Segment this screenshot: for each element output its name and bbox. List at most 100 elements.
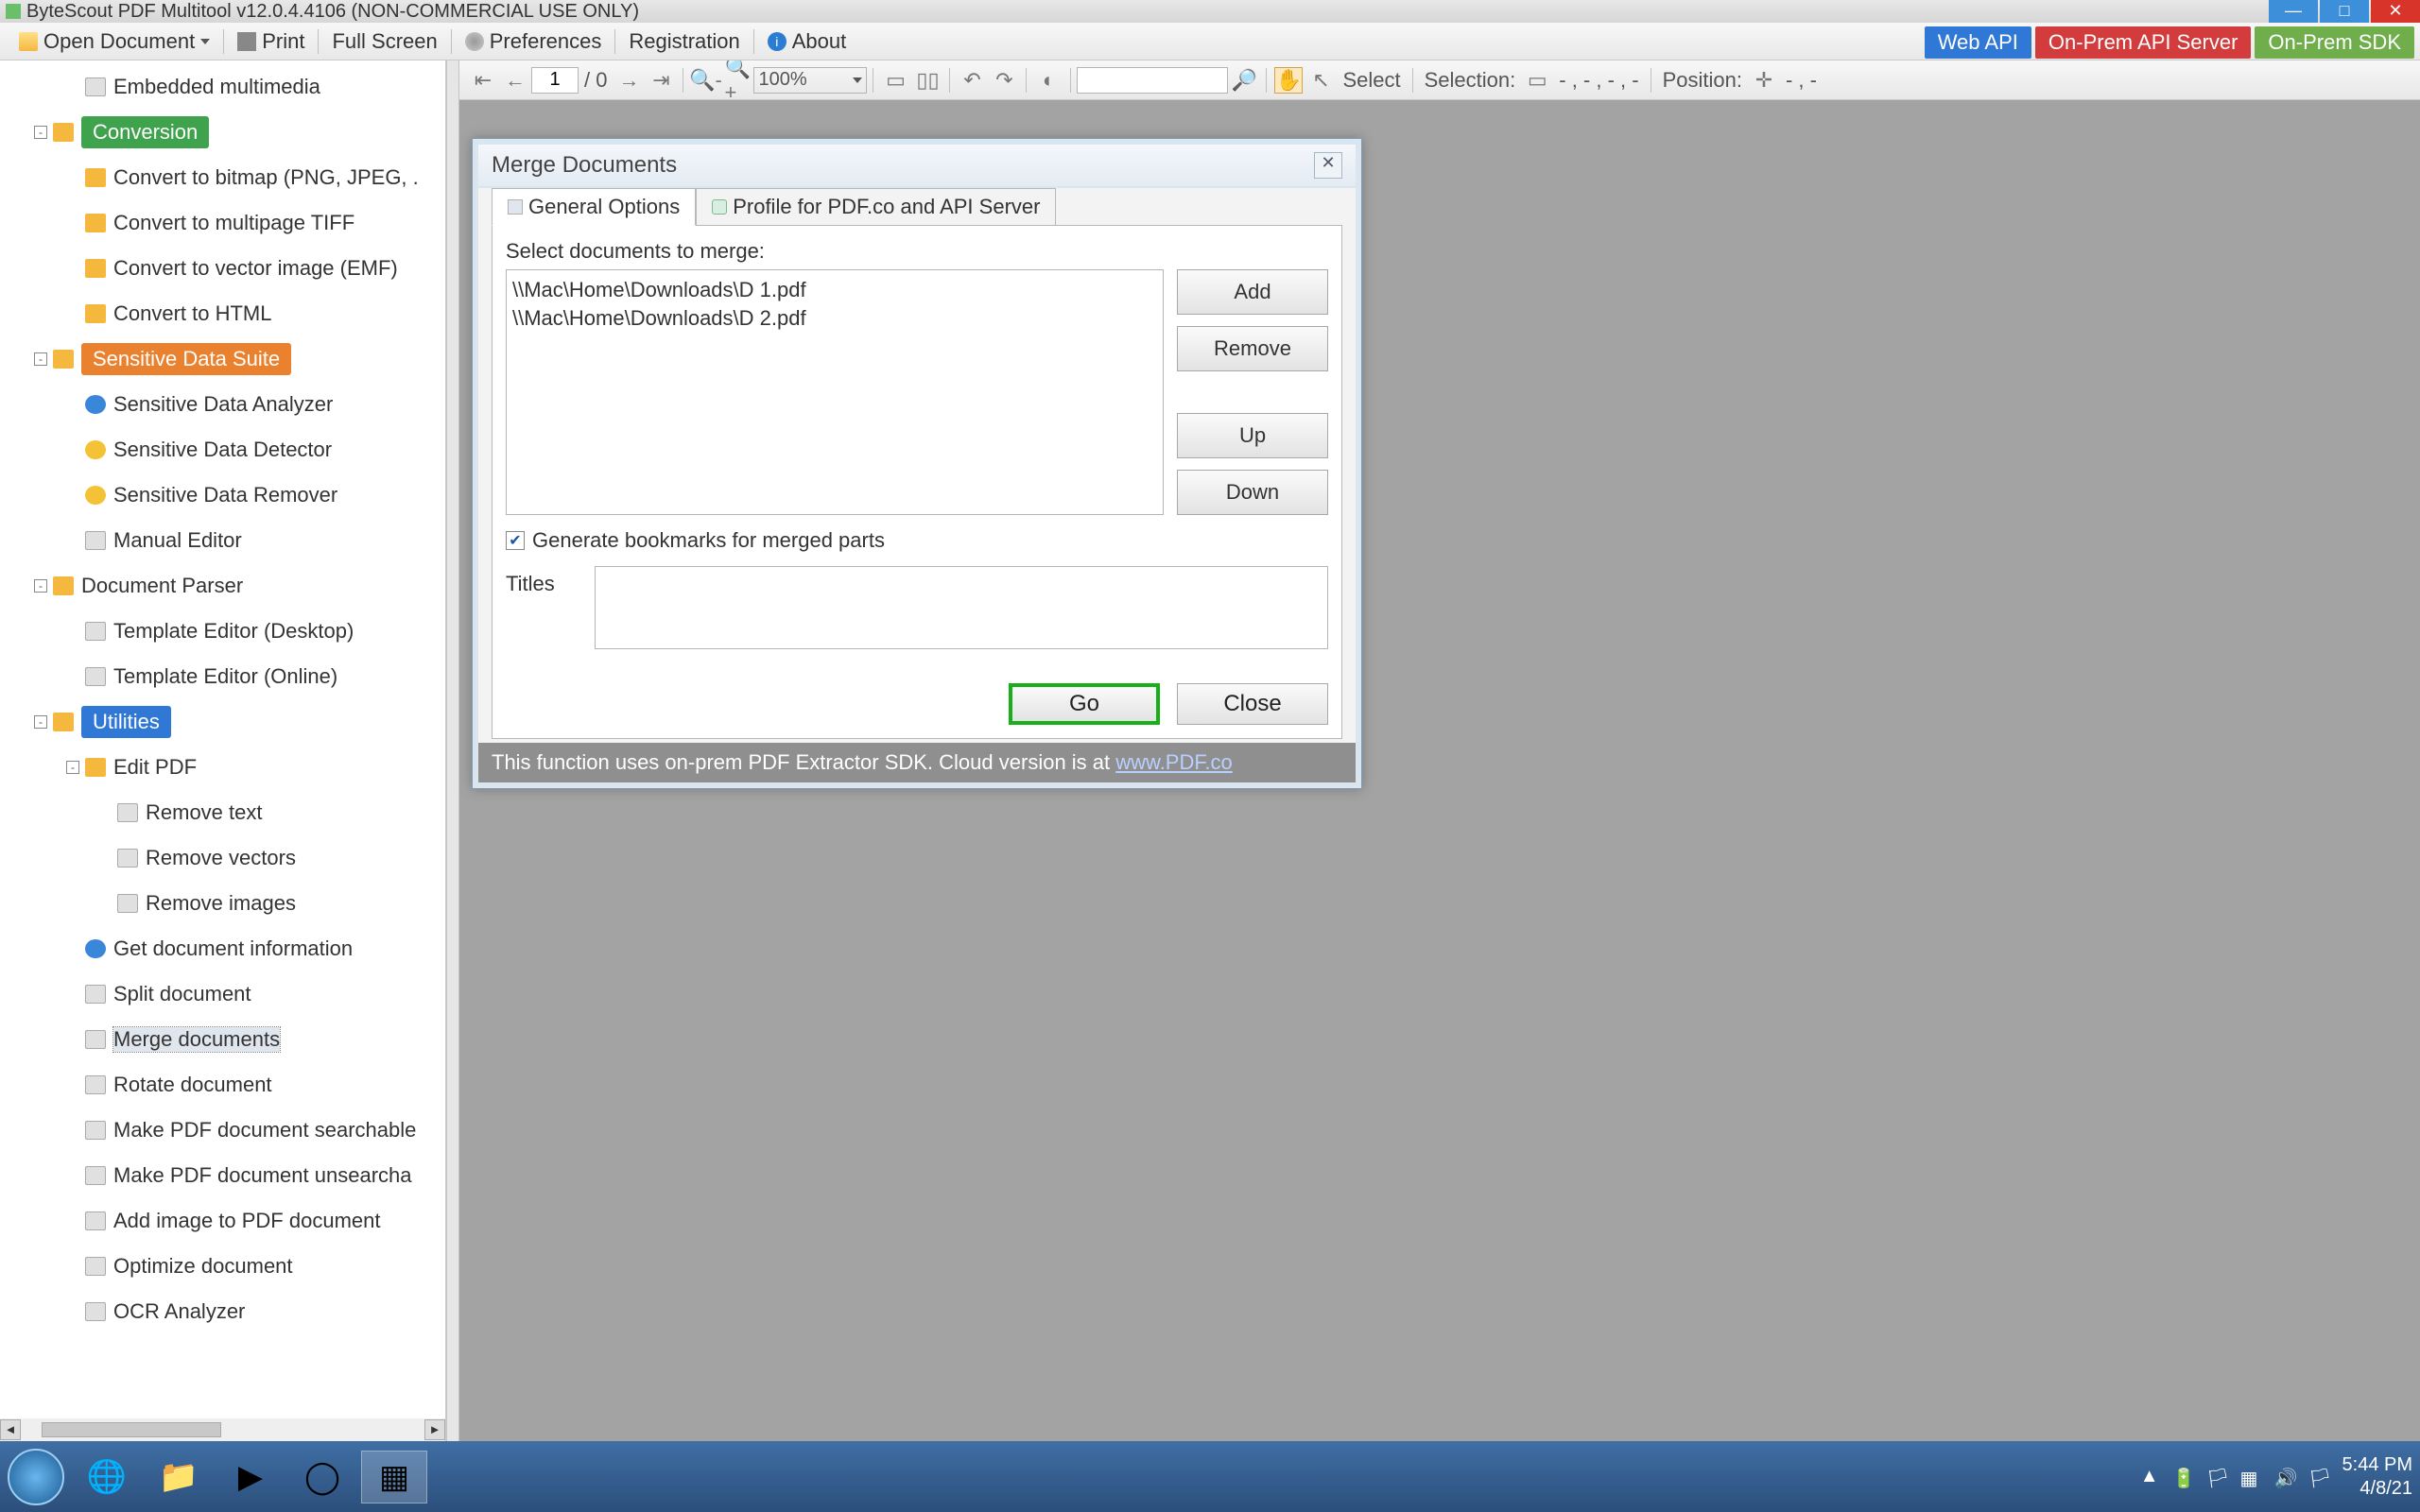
- web-api-button[interactable]: Web API: [1925, 26, 2031, 59]
- scroll-left-icon[interactable]: ◄: [0, 1419, 21, 1440]
- contrast-button[interactable]: ◐: [1034, 67, 1063, 94]
- nav-next-button[interactable]: →: [614, 67, 643, 94]
- generate-bookmarks-checkbox[interactable]: ✔: [506, 531, 525, 550]
- tree-item[interactable]: Convert to bitmap (PNG, JPEG, .: [8, 155, 445, 200]
- doc-icon: [117, 894, 138, 913]
- taskbar-chrome-icon[interactable]: ◯: [289, 1451, 355, 1503]
- dialog-close-button[interactable]: ✕: [1314, 152, 1342, 179]
- nav-first-button[interactable]: ⇤: [469, 67, 497, 94]
- select-tool-button[interactable]: ↖: [1306, 67, 1335, 94]
- tree-item[interactable]: Sensitive Data Remover: [8, 472, 445, 518]
- tree-item[interactable]: Rotate document: [8, 1062, 445, 1108]
- battery-icon[interactable]: 🔋: [2172, 1467, 2193, 1487]
- tab-profile[interactable]: Profile for PDF.co and API Server: [696, 188, 1056, 226]
- clock[interactable]: 5:44 PM 4/8/21: [2342, 1453, 2412, 1501]
- taskbar-ie-icon[interactable]: 🌐: [74, 1451, 140, 1503]
- zoom-in-button[interactable]: 🔍+: [723, 67, 752, 94]
- action-center-icon[interactable]: 🏳: [2206, 1467, 2227, 1487]
- tree-item[interactable]: Embedded multimedia: [8, 64, 445, 110]
- open-document-button[interactable]: Open Document: [8, 23, 221, 60]
- full-screen-button[interactable]: Full Screen: [320, 23, 448, 60]
- tree-item[interactable]: Convert to vector image (EMF): [8, 246, 445, 291]
- maximize-button[interactable]: □: [2320, 0, 2369, 23]
- scroll-thumb[interactable]: [42, 1422, 221, 1437]
- registration-button[interactable]: Registration: [617, 23, 751, 60]
- zoom-combo[interactable]: 100%: [753, 67, 867, 94]
- page-layout-single-button[interactable]: ▭: [881, 67, 909, 94]
- splitter[interactable]: [446, 60, 459, 1441]
- up-button[interactable]: Up: [1177, 413, 1328, 458]
- documents-listbox[interactable]: \\Mac\Home\Downloads\D 1.pdf\\Mac\Home\D…: [506, 269, 1164, 515]
- taskbar-media-icon[interactable]: ▶: [217, 1451, 284, 1503]
- expand-icon[interactable]: -: [34, 715, 47, 729]
- tree-item[interactable]: Template Editor (Desktop): [8, 609, 445, 654]
- remove-button[interactable]: Remove: [1177, 326, 1328, 371]
- rotate-left-button[interactable]: ↶: [958, 67, 986, 94]
- expand-icon[interactable]: -: [66, 761, 79, 774]
- doc-icon: [85, 77, 106, 96]
- search-input[interactable]: [1077, 67, 1228, 94]
- expand-icon[interactable]: -: [34, 579, 47, 593]
- rotate-right-button[interactable]: ↷: [990, 67, 1018, 94]
- network-icon[interactable]: ▦: [2240, 1467, 2261, 1487]
- preferences-button[interactable]: Preferences: [454, 23, 614, 60]
- footer-link[interactable]: www.PDF.co: [1115, 750, 1232, 774]
- taskbar-explorer-icon[interactable]: 📁: [146, 1451, 212, 1503]
- folder-icon: [85, 168, 106, 187]
- tree-item[interactable]: Optimize document: [8, 1244, 445, 1289]
- tree-item[interactable]: Get document information: [8, 926, 445, 971]
- tree-item[interactable]: Make PDF document searchable: [8, 1108, 445, 1153]
- nav-last-button[interactable]: ⇥: [647, 67, 675, 94]
- tree-item[interactable]: Add image to PDF document: [8, 1198, 445, 1244]
- tree-item[interactable]: -Conversion: [8, 110, 445, 155]
- tree-item[interactable]: Split document: [8, 971, 445, 1017]
- onprem-api-button[interactable]: On-Prem API Server: [2035, 26, 2252, 59]
- tree-item[interactable]: -Document Parser: [8, 563, 445, 609]
- titles-textarea[interactable]: [595, 566, 1328, 649]
- tree-item[interactable]: Manual Editor: [8, 518, 445, 563]
- tree-item[interactable]: Merge documents: [8, 1017, 445, 1062]
- tree-item[interactable]: Sensitive Data Detector: [8, 427, 445, 472]
- page-layout-double-button[interactable]: ▯▯: [913, 67, 942, 94]
- list-item[interactable]: \\Mac\Home\Downloads\D 1.pdf: [512, 276, 1157, 304]
- tree-item[interactable]: OCR Analyzer: [8, 1289, 445, 1334]
- tree-item[interactable]: Make PDF document unsearcha: [8, 1153, 445, 1198]
- sidebar-scrollbar[interactable]: ◄ ►: [0, 1418, 445, 1441]
- close-button[interactable]: Close: [1177, 683, 1328, 725]
- start-button[interactable]: [8, 1449, 64, 1505]
- add-button[interactable]: Add: [1177, 269, 1328, 315]
- volume-icon[interactable]: 🔊: [2274, 1467, 2295, 1487]
- nav-prev-button[interactable]: ←: [501, 67, 529, 94]
- scroll-right-icon[interactable]: ►: [424, 1419, 445, 1440]
- onprem-sdk-button[interactable]: On-Prem SDK: [2255, 26, 2414, 59]
- expand-icon[interactable]: -: [34, 352, 47, 366]
- folder-icon: [53, 576, 74, 595]
- security-icon[interactable]: 🏳: [2308, 1467, 2329, 1487]
- expand-icon[interactable]: -: [34, 126, 47, 139]
- zoom-out-button[interactable]: 🔍-: [691, 67, 719, 94]
- print-button[interactable]: Print: [226, 23, 316, 60]
- hand-tool-button[interactable]: ✋: [1274, 67, 1303, 94]
- taskbar-app-icon[interactable]: ▦: [361, 1451, 427, 1503]
- tray-show-hidden-icon[interactable]: ▲: [2140, 1466, 2159, 1487]
- about-button[interactable]: i About: [756, 23, 858, 60]
- list-item[interactable]: \\Mac\Home\Downloads\D 2.pdf: [512, 304, 1157, 333]
- tree-item[interactable]: Remove images: [8, 881, 445, 926]
- down-button[interactable]: Down: [1177, 470, 1328, 515]
- tree-item[interactable]: Convert to multipage TIFF: [8, 200, 445, 246]
- tree-item[interactable]: Sensitive Data Analyzer: [8, 382, 445, 427]
- tree-item[interactable]: -Sensitive Data Suite: [8, 336, 445, 382]
- tree-item[interactable]: Template Editor (Online): [8, 654, 445, 699]
- tree-item[interactable]: Remove vectors: [8, 835, 445, 881]
- document-viewer: ⇤ ← / 0 → ⇥ 🔍- 🔍+ 100% ▭ ▯▯ ↶ ↷: [459, 60, 2420, 1441]
- page-input[interactable]: [531, 67, 579, 94]
- tree-item[interactable]: -Edit PDF: [8, 745, 445, 790]
- tree-item[interactable]: Remove text: [8, 790, 445, 835]
- close-window-button[interactable]: ✕: [2371, 0, 2420, 23]
- tree-item[interactable]: Convert to HTML: [8, 291, 445, 336]
- tree-item[interactable]: -Utilities: [8, 699, 445, 745]
- search-button[interactable]: 🔎: [1230, 67, 1258, 94]
- go-button[interactable]: Go: [1009, 683, 1160, 725]
- minimize-button[interactable]: —: [2269, 0, 2318, 23]
- tab-general-options[interactable]: General Options: [492, 188, 696, 226]
